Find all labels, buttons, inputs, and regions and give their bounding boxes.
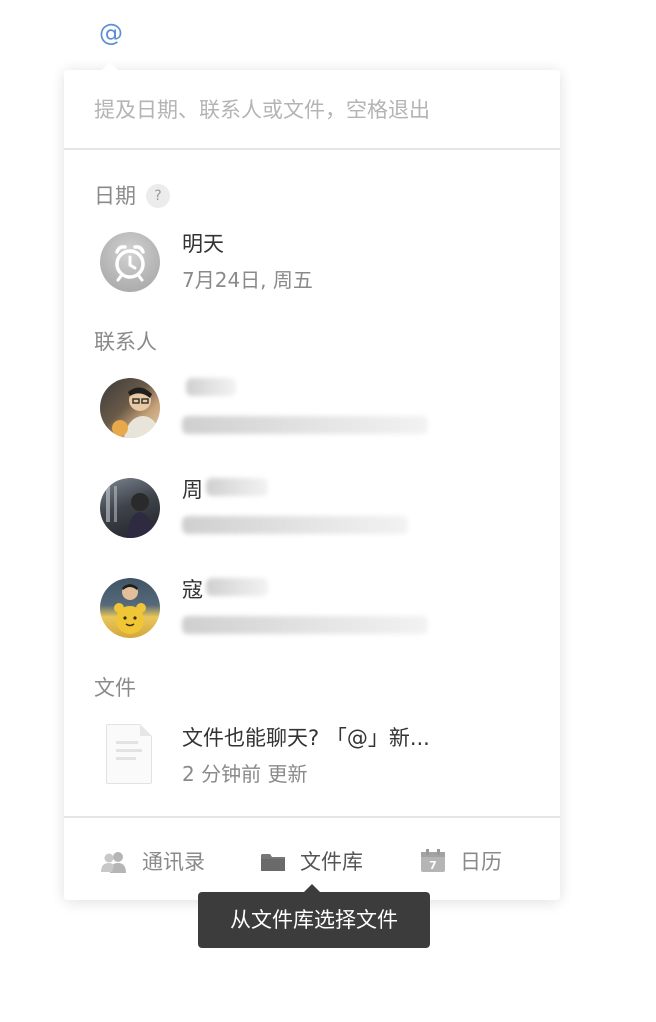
contact-item[interactable]: 周 <box>64 470 560 550</box>
date-item-title: 明天 <box>182 232 224 256</box>
tooltip-caret <box>304 884 320 892</box>
svg-text:7: 7 <box>429 859 437 872</box>
contact-avatar <box>100 578 160 638</box>
contact-avatar <box>100 378 160 438</box>
contacts-icon <box>101 852 126 873</box>
document-icon <box>106 724 152 784</box>
file-title: 文件也能聊天? 「@」新... <box>182 726 430 750</box>
footer-tab-label: 文件库 <box>300 850 363 874</box>
redacted-name <box>186 378 236 396</box>
file-item[interactable]: 文件也能聊天? 「@」新... 2 分钟前 更新 <box>64 718 560 798</box>
mention-search-input[interactable] <box>94 92 524 128</box>
alarm-clock-icon <box>100 232 160 292</box>
redacted-email <box>182 416 428 434</box>
files-section-heading: 文件 <box>94 676 136 700</box>
redacted-name <box>206 578 268 596</box>
contact-item[interactable] <box>64 370 560 450</box>
footer-tab-label: 日历 <box>460 850 502 874</box>
mention-popup: 日期? 明天 7月24日, 周五 联系人 <box>64 62 560 900</box>
help-icon[interactable]: ? <box>146 183 170 208</box>
redacted-email <box>182 516 408 534</box>
footer-tab-label: 通讯录 <box>142 850 205 874</box>
file-library-tooltip: 从文件库选择文件 <box>198 884 430 948</box>
file-updated: 2 分钟前 更新 <box>182 762 308 786</box>
folder-icon <box>261 854 285 871</box>
redacted-name <box>206 478 268 496</box>
date-section-heading: 日期? <box>94 180 170 210</box>
search-bar <box>64 70 560 150</box>
contact-name: 寇 <box>182 578 203 602</box>
date-heading-label: 日期 <box>94 184 136 208</box>
tooltip-text: 从文件库选择文件 <box>230 908 398 932</box>
calendar-icon: 7 <box>421 849 445 872</box>
contact-name: 周 <box>182 478 203 502</box>
date-item-subtitle: 7月24日, 周五 <box>182 268 313 292</box>
footer-tab-calendar[interactable]: 7 日历 <box>420 846 502 876</box>
popup-caret <box>102 62 118 70</box>
date-item-tomorrow[interactable]: 明天 7月24日, 周五 <box>64 224 560 304</box>
footer-tab-file-library[interactable]: 文件库 <box>260 846 363 876</box>
footer-tab-contacts[interactable]: 通讯录 <box>100 846 205 876</box>
mention-at-icon[interactable]: @ <box>96 18 126 48</box>
redacted-email <box>182 616 428 634</box>
contact-avatar <box>100 478 160 538</box>
contact-item[interactable]: 寇 <box>64 570 560 650</box>
contacts-section-heading: 联系人 <box>94 330 157 354</box>
